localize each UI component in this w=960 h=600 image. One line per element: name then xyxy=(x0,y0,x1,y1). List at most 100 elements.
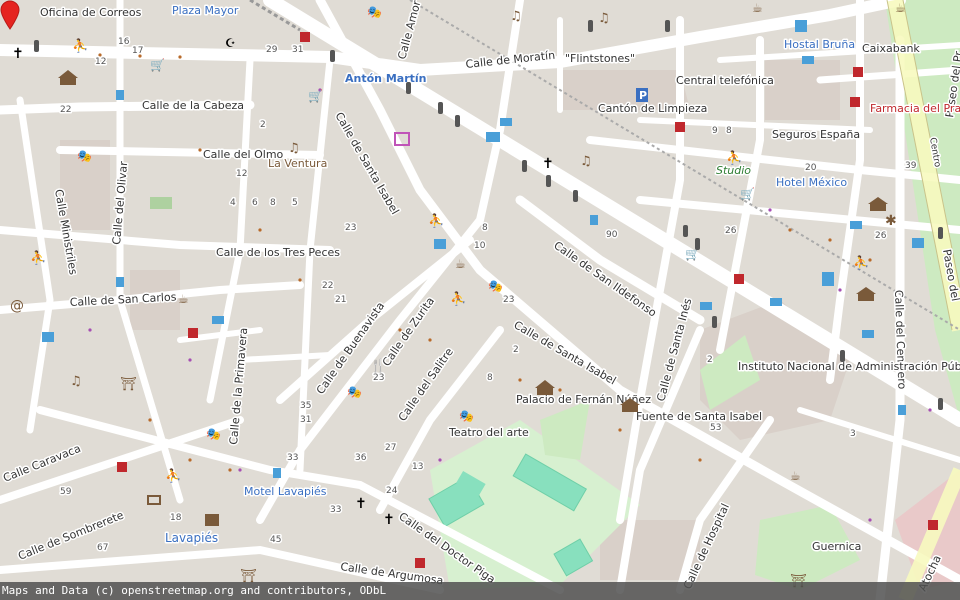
bus-stop-icon xyxy=(898,405,906,415)
music-icon: ♫ xyxy=(598,11,610,26)
museum-icon xyxy=(858,294,874,301)
gym-icon: ⛹ xyxy=(428,212,444,229)
hospital-icon xyxy=(675,122,685,132)
hospital-icon xyxy=(415,558,425,568)
svg-text:12: 12 xyxy=(95,57,106,67)
svg-text:8: 8 xyxy=(726,126,732,136)
cafe-icon: ☕ xyxy=(455,257,466,271)
small-park xyxy=(150,197,172,209)
map-tiles[interactable]: 161217 312922 2124 685 232221 353133 362… xyxy=(0,0,960,600)
svg-text:36: 36 xyxy=(355,453,367,463)
car-icon xyxy=(486,132,500,142)
svg-text:90: 90 xyxy=(606,230,618,240)
shopping-icon: 🛒 xyxy=(308,89,323,103)
svg-text:31: 31 xyxy=(300,415,311,425)
svg-text:6: 6 xyxy=(252,198,258,208)
cafe-icon: ☕ xyxy=(178,292,189,306)
place-label: Caixabank xyxy=(862,42,920,55)
ice-cream-icon: ⛩ xyxy=(120,376,137,392)
place-label: Cantón de Limpieza xyxy=(598,102,707,115)
cafe-icon: ☕ xyxy=(895,1,906,15)
place-label: Guernica xyxy=(812,540,861,553)
bed-icon xyxy=(212,316,224,324)
theatre-icon: 🎭 xyxy=(459,409,474,423)
gym-icon: ⛹ xyxy=(726,149,742,166)
bed-icon xyxy=(770,298,782,306)
gym-icon: ⛹ xyxy=(165,467,181,484)
map-attribution: Maps and Data (c) openstreetmap.org and … xyxy=(0,582,960,600)
svg-text:2: 2 xyxy=(260,120,266,130)
bed-icon xyxy=(850,221,862,229)
museum-icon xyxy=(537,388,553,395)
police-icon xyxy=(822,272,834,286)
museum-icon xyxy=(60,78,76,85)
place-label: Oficina de Correos xyxy=(40,6,142,19)
place-label: "Flintstones" xyxy=(565,52,635,65)
theatre-icon: 🎭 xyxy=(206,427,221,441)
svg-text:24: 24 xyxy=(386,486,398,496)
bus-stop-icon xyxy=(116,90,124,100)
place-label: Teatro del arte xyxy=(448,426,529,439)
svg-text:59: 59 xyxy=(60,487,72,497)
svg-text:16: 16 xyxy=(118,37,130,47)
music-icon: ♫ xyxy=(510,9,522,24)
street-label: Calle de la Cabeza xyxy=(142,99,244,112)
svg-text:39: 39 xyxy=(905,161,917,171)
place-label: Plaza Mayor xyxy=(172,4,239,17)
hospital-icon xyxy=(928,520,938,530)
svg-text:13: 13 xyxy=(412,462,423,472)
bed-icon xyxy=(500,118,512,126)
svg-text:26: 26 xyxy=(875,231,887,241)
hospital-icon xyxy=(734,274,744,284)
hospital-icon xyxy=(300,32,310,42)
marker-icon[interactable] xyxy=(0,0,20,30)
hospital-icon xyxy=(853,67,863,77)
bicycle-icon xyxy=(434,239,446,249)
bus-stop-icon xyxy=(590,215,598,225)
svg-text:22: 22 xyxy=(60,105,71,115)
svg-text:21: 21 xyxy=(335,295,346,305)
svg-text:20: 20 xyxy=(805,163,817,173)
bus-stop-icon xyxy=(795,20,807,32)
svg-text:17: 17 xyxy=(132,46,143,56)
svg-text:26: 26 xyxy=(725,226,737,236)
svg-text:33: 33 xyxy=(330,505,341,515)
bus-stop-icon xyxy=(116,277,124,287)
shopping-icon: 🛒 xyxy=(150,58,165,72)
svg-text:18: 18 xyxy=(170,513,182,523)
church-icon: ☪ xyxy=(225,36,236,50)
svg-text:31: 31 xyxy=(292,45,303,55)
parking-letter: P xyxy=(639,89,647,102)
place-label: Farmacia del Prado xyxy=(870,102,960,115)
bus-stop-icon xyxy=(273,468,281,478)
music-icon: ♫ xyxy=(580,154,592,169)
bicycle-icon xyxy=(42,332,54,342)
svg-text:12: 12 xyxy=(236,169,247,179)
svg-text:2: 2 xyxy=(707,355,713,365)
svg-text:10: 10 xyxy=(474,241,486,251)
place-label: Lavapiés xyxy=(165,531,218,545)
gym-icon: ⛹ xyxy=(853,254,869,271)
svg-text:9: 9 xyxy=(712,126,718,136)
place-label: Instituto Nacional de Administración Púb… xyxy=(738,360,960,373)
theatre-icon: 🎭 xyxy=(347,385,362,399)
street-label: Calle de los Tres Peces xyxy=(216,246,340,259)
museum-icon xyxy=(870,204,886,211)
svg-text:5: 5 xyxy=(292,198,298,208)
place-label: Antón Martín xyxy=(345,72,426,85)
place-label: Hostal Bruña xyxy=(784,38,855,51)
shopping-icon: 🛒 xyxy=(740,187,755,201)
map-canvas[interactable]: 16 12 17 31 29 22 2 12 4 685 23 22 21 35 31 33 36 2… xyxy=(0,0,960,600)
gym-icon: ⛹ xyxy=(72,37,88,54)
place-label: Hotel México xyxy=(776,176,847,189)
hospital-icon xyxy=(850,97,860,107)
svg-text:23: 23 xyxy=(345,223,356,233)
svg-text:4: 4 xyxy=(230,198,236,208)
place-label: Seguros España xyxy=(772,128,860,141)
place-label: Motel Lavapiés xyxy=(244,485,327,498)
svg-text:22: 22 xyxy=(322,281,333,291)
place-label: Fuente de Santa Isabel xyxy=(636,410,762,423)
svg-text:33: 33 xyxy=(287,453,298,463)
hospital-icon xyxy=(188,328,198,338)
at-icon: @ xyxy=(10,298,24,314)
